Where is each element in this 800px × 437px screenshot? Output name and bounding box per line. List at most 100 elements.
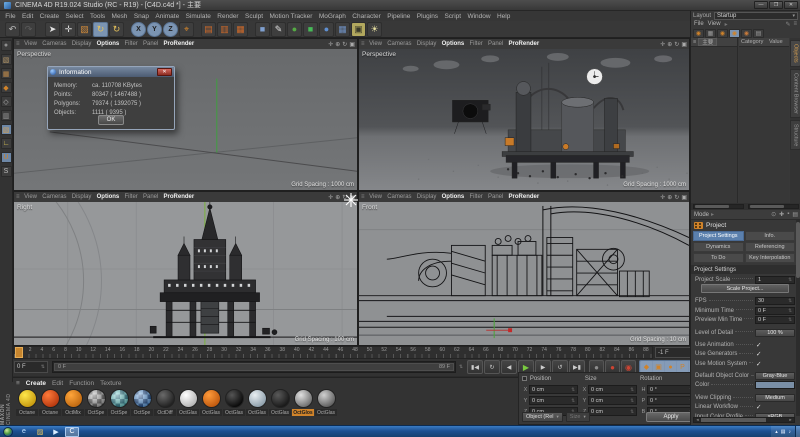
om-menu-file[interactable]: File	[694, 21, 704, 27]
lock-y-axis[interactable]: Y	[147, 22, 162, 37]
coord-field-position-y[interactable]: 0 cm⇅	[529, 396, 578, 405]
field-preview-min-time[interactable]: 0 F⇅	[755, 316, 795, 324]
tab-project-settings[interactable]: Project Settings	[693, 231, 744, 241]
side-tab-structure[interactable]: Structure	[790, 120, 800, 150]
scale-tool[interactable]: ▧	[77, 22, 92, 37]
dialog-close-button[interactable]: ✕	[157, 68, 172, 76]
goto-start-button[interactable]: ▮◀	[467, 360, 483, 374]
field-project-scale[interactable]: 1⇅	[755, 276, 795, 284]
vp-menu-options[interactable]: Options	[439, 194, 467, 200]
tab-info[interactable]: Info.	[745, 231, 796, 241]
rotate-tool[interactable]: ↻	[93, 22, 108, 37]
material-octglas-7[interactable]: OctGlas	[177, 388, 199, 416]
checkbox-use-animation[interactable]: ✓	[755, 341, 795, 349]
dialog-title-bar[interactable]: Information ✕	[48, 67, 174, 77]
layout-dropdown[interactable]: Startup ▾	[714, 12, 798, 20]
horizontal-scrollbar[interactable]	[693, 204, 744, 209]
material-octglas-8[interactable]: OctGlas	[200, 388, 222, 416]
tab-dynamics[interactable]: Dynamics	[693, 242, 744, 252]
menu-pipeline[interactable]: Pipeline	[384, 13, 414, 20]
tray-volume-icon[interactable]: ♪	[789, 429, 792, 435]
tab-to-do[interactable]: To Do	[693, 253, 744, 263]
timeline-ruler[interactable]: 0246810121416182022242628303234363840424…	[13, 346, 653, 359]
render-view-button[interactable]: ▤	[201, 22, 216, 37]
add-spline-menu[interactable]: ✎	[271, 22, 286, 37]
stepper-icon[interactable]: ⇅	[788, 317, 792, 323]
preview-range-bar[interactable]: 0 F 89 F	[52, 361, 456, 373]
stepper-icon[interactable]: ⇅	[457, 361, 465, 373]
coordinate-system[interactable]: ⌖	[179, 22, 194, 37]
pan-view-icon[interactable]: ✛	[660, 41, 665, 48]
snap-toggle[interactable]: U	[1, 152, 12, 163]
scene-browser-icon[interactable]: ◉	[693, 29, 704, 38]
last-tool[interactable]: ↻	[109, 22, 124, 37]
stepper-icon[interactable]: ⇅	[788, 308, 792, 314]
lock-z-axis[interactable]: Z	[163, 22, 178, 37]
stepper-icon[interactable]: ⇅	[571, 398, 575, 404]
render-picture-viewer-button[interactable]: ▥	[217, 22, 232, 37]
menu-script[interactable]: Script	[441, 13, 464, 20]
minimize-button[interactable]: —	[754, 1, 768, 9]
zoom-view-icon[interactable]: ⊕	[667, 194, 672, 201]
category-column-header[interactable]: Category	[741, 39, 767, 45]
search-icon[interactable]: ⊙	[771, 211, 776, 218]
mat-menu-edit[interactable]: Edit	[52, 380, 63, 387]
vp-menu-filter[interactable]: Filter	[467, 194, 486, 200]
edges-mode[interactable]: ◇	[1, 96, 12, 107]
coord-field-rotation-h[interactable]: 0 °⇅	[647, 385, 696, 394]
maximize-button[interactable]: ❐	[769, 1, 783, 9]
add-primitive-menu[interactable]: ■	[255, 22, 270, 37]
coord-field-position-x[interactable]: 0 cm⇅	[529, 385, 578, 394]
coord-field-size-y[interactable]: 0 cm⇅	[588, 396, 637, 405]
render-settings-button[interactable]: ▦	[233, 22, 248, 37]
quantize-toggle[interactable]: S	[1, 166, 12, 177]
menu-motion-tracker[interactable]: Motion Tracker	[266, 13, 315, 20]
add-light-menu[interactable]: ☀	[367, 22, 382, 37]
panel-menu-icon[interactable]: ≡	[361, 41, 365, 47]
current-frame-field[interactable]: 0 F ⇅	[14, 361, 48, 373]
panel-menu-icon[interactable]: ≡	[16, 41, 20, 47]
menu-window[interactable]: Window	[464, 13, 494, 20]
filter-icon[interactable]: ≡	[693, 39, 696, 45]
model-mode[interactable]: ▧	[1, 54, 12, 65]
menu-create[interactable]: Create	[36, 13, 62, 20]
mat-menu-texture[interactable]: Texture	[100, 380, 121, 387]
add-generator-menu[interactable]: ●	[287, 22, 302, 37]
goto-prev-key-button[interactable]: ↻	[484, 360, 500, 374]
lock-x-axis[interactable]: X	[131, 22, 146, 37]
mat-menu-function[interactable]: Function	[69, 380, 94, 387]
viewport-right[interactable]: ≡ViewCamerasDisplayOptionsFilterPanelPro…	[13, 191, 358, 346]
vp-menu-cameras[interactable]: Cameras	[40, 41, 70, 47]
vp-menu-cameras[interactable]: Cameras	[40, 194, 70, 200]
material-octmix-2[interactable]: OctMix	[62, 388, 84, 416]
vp-menu-panel[interactable]: Panel	[485, 41, 506, 47]
tab-key-interpolation[interactable]: Key Interpolation	[745, 253, 796, 263]
menu-edit[interactable]: Edit	[19, 13, 37, 20]
vp-menu-prorender[interactable]: ProRender	[161, 41, 197, 47]
zoom-view-icon[interactable]: ⊕	[335, 41, 340, 48]
material-octspe-3[interactable]: OctSpe	[85, 388, 107, 416]
menu-plugins[interactable]: Plugins	[414, 13, 442, 20]
add-floor-menu[interactable]: ▦	[335, 22, 350, 37]
tray-network-icon[interactable]: ▤	[781, 429, 786, 435]
stepper-icon[interactable]: ⇅	[630, 398, 634, 404]
objects-icon[interactable]: ◉	[729, 29, 740, 38]
coords-checkbox[interactable]	[522, 376, 527, 381]
vp-menu-filter[interactable]: Filter	[122, 41, 141, 47]
menu-simulate[interactable]: Simulate	[182, 13, 214, 20]
rotate-view-icon[interactable]: ↻	[674, 41, 679, 48]
field-fps[interactable]: 30⇅	[755, 297, 795, 305]
object-axis-mode[interactable]: ▧	[1, 124, 12, 135]
attributes-horizontal-scrollbar[interactable]: ◂▸	[693, 417, 795, 423]
material-octspe-4[interactable]: OctSpe	[108, 388, 130, 416]
viewport-render[interactable]: ≡ViewCamerasDisplayOptionsFilterPanelPro…	[358, 38, 690, 191]
menu-mograph[interactable]: MoGraph	[316, 13, 349, 20]
material-octglas-10[interactable]: OctGlas	[246, 388, 268, 416]
checkbox-linear-workflow[interactable]: ✓	[755, 403, 795, 411]
toggle-view-icon[interactable]: ▣	[681, 194, 687, 201]
menu-file[interactable]: File	[2, 13, 19, 20]
vp-menu-display[interactable]: Display	[414, 194, 439, 200]
panel-menu-icon[interactable]: ▤	[792, 211, 798, 218]
ie-icon[interactable]: e	[17, 427, 31, 437]
takes-icon[interactable]: ◉	[717, 29, 728, 38]
